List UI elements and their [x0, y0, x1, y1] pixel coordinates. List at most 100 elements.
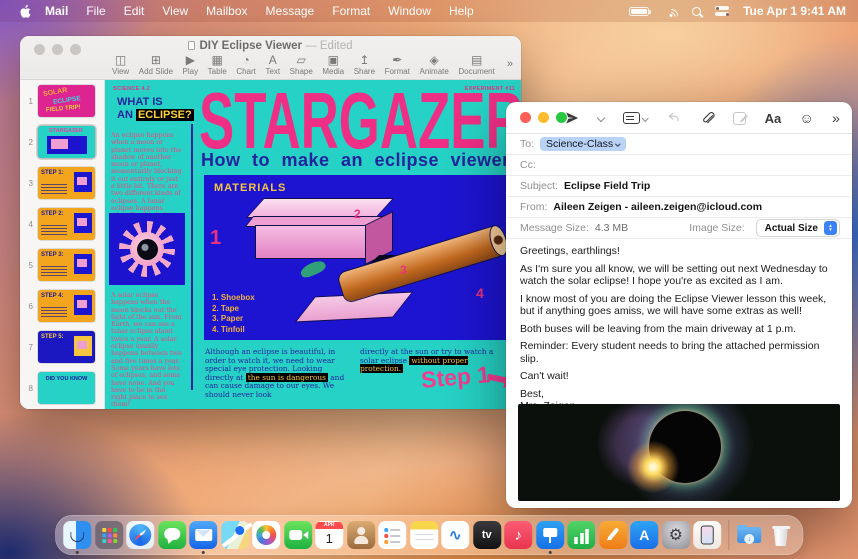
signature-line: Best,	[520, 388, 838, 401]
dock-contacts[interactable]	[347, 521, 375, 549]
toolbar-share-button[interactable]: ↥Share	[354, 54, 375, 76]
menu-item-edit[interactable]: Edit	[115, 0, 154, 22]
materials-list: 1. Shoebox 2. Tape 3. Paper 4. Tinfoil	[212, 293, 255, 335]
leaf-illustration	[299, 258, 328, 280]
toolbar-shape-button[interactable]: ▱Shape	[290, 54, 313, 76]
dock-calendar[interactable]: APR 1	[315, 521, 343, 549]
diamond-ring-flare	[623, 437, 683, 497]
slide-thumbnail-7[interactable]: STEP 5:	[38, 331, 95, 363]
apple-menu-icon[interactable]	[14, 4, 36, 19]
chart-icon: ◔	[242, 54, 249, 66]
toolbar-animate-button[interactable]: ◈Animate	[419, 54, 448, 76]
toolbar-text-button[interactable]: AText	[265, 54, 280, 76]
image-size-select[interactable]: Actual Size ▲▼	[756, 219, 840, 237]
menu-item-message[interactable]: Message	[257, 0, 324, 22]
dock-facetime[interactable]	[284, 521, 312, 549]
dock-system-settings[interactable]: ⚙	[662, 521, 690, 549]
body-paragraph: Can't wait!	[520, 370, 838, 383]
toolbar-media-button[interactable]: ▣Media	[322, 54, 344, 76]
header-fields-icon	[623, 112, 640, 124]
slide-subtitle: How to make an eclipse viewer!	[201, 150, 516, 171]
slide-thumbnail-3[interactable]: STEP 1:	[38, 167, 95, 199]
media-icon: ▣	[328, 54, 339, 66]
to-field[interactable]: To: Science-Class	[506, 134, 852, 155]
emoji-button[interactable]: ☺	[800, 111, 814, 125]
dock-finder[interactable]	[63, 521, 91, 549]
dock-music[interactable]: ♪	[504, 521, 532, 549]
wifi-icon[interactable]	[663, 6, 678, 17]
dock-notes[interactable]	[410, 521, 438, 549]
toolbar-table-button[interactable]: ▦Table	[208, 54, 227, 76]
dock-launchpad[interactable]	[95, 521, 123, 549]
slide-thumbnail-1[interactable]: SOLAR ECLIPSE FIELD TRIP!	[38, 85, 95, 117]
subject-value: Eclipse Field Trip	[564, 180, 650, 192]
dock-numbers[interactable]	[567, 521, 595, 549]
slide-thumbnail-6[interactable]: STEP 4:	[38, 290, 95, 322]
close-button[interactable]	[520, 112, 531, 123]
format-button[interactable]: Aa	[765, 111, 782, 126]
recipient-token[interactable]: Science-Class	[540, 137, 626, 151]
dock-apple-tv[interactable]: tv	[473, 521, 501, 549]
shoebox-front	[256, 226, 366, 258]
toolbar-overflow-button[interactable]: »	[507, 58, 513, 70]
toolbar-overflow-button[interactable]: »	[832, 110, 840, 126]
cc-field[interactable]: Cc:	[506, 155, 852, 176]
menu-item-mailbox[interactable]: Mailbox	[197, 0, 256, 22]
subject-field[interactable]: Subject: Eclipse Field Trip	[506, 176, 852, 197]
column-divider	[191, 124, 193, 390]
slide-thumbnail-2[interactable]: STARGAZER	[38, 126, 95, 158]
menu-item-help[interactable]: Help	[440, 0, 483, 22]
dock-downloads[interactable]: ↓	[735, 521, 763, 549]
control-center-icon[interactable]	[715, 5, 729, 17]
step-1-label: Step 1	[420, 361, 491, 394]
dock-separator	[728, 520, 729, 550]
dock-photos[interactable]	[252, 521, 280, 549]
eclipse-photo-attachment[interactable]	[518, 404, 840, 501]
toolbar-view-button[interactable]: ◫View	[112, 54, 129, 76]
attach-button[interactable]	[700, 111, 715, 126]
dock-trash[interactable]	[767, 521, 795, 549]
toolbar-format-button[interactable]: ✒Format	[385, 54, 410, 76]
slide-thumbnail-4[interactable]: STEP 2:	[38, 208, 95, 240]
from-field[interactable]: From: Aileen Zeigen - aileen.zeigen@iclo…	[506, 197, 852, 218]
menu-item-mail[interactable]: Mail	[36, 0, 77, 22]
minimize-button[interactable]	[538, 112, 549, 123]
toolbar-add-slide-button[interactable]: ⊞Add Slide	[139, 54, 173, 76]
slide-canvas[interactable]: SCIENCE 4.2 EXPERIMENT #11 WHAT IS AN EC…	[105, 80, 521, 409]
dock-maps[interactable]	[221, 521, 249, 549]
slide-thumbnail-5[interactable]: STEP 3:	[38, 249, 95, 281]
dock-keynote[interactable]	[536, 521, 564, 549]
menu-item-file[interactable]: File	[77, 0, 114, 22]
menu-item-window[interactable]: Window	[379, 0, 440, 22]
search-icon[interactable]	[692, 7, 701, 16]
token-chevron-icon	[615, 142, 620, 147]
menu-item-view[interactable]: View	[153, 0, 197, 22]
message-body[interactable]: Greetings, earthlings! As I'm sure you a…	[506, 239, 852, 413]
document-proxy-icon[interactable]	[188, 41, 195, 50]
toolbar-chart-button[interactable]: ◔Chart	[236, 54, 256, 76]
dock-app-store[interactable]: A	[630, 521, 658, 549]
dock-mail[interactable]	[189, 521, 217, 549]
dock-messages[interactable]	[158, 521, 186, 549]
battery-icon[interactable]	[629, 7, 649, 16]
body-paragraph: Greetings, earthlings!	[520, 245, 838, 258]
text-icon: A	[269, 54, 277, 66]
dock-reminders[interactable]	[378, 521, 406, 549]
dock-iphone-mirroring[interactable]	[693, 521, 721, 549]
dock-safari[interactable]	[126, 521, 154, 549]
toolbar-document-button[interactable]: ▤Document	[458, 54, 494, 76]
materials-panel: MATERIALS 1 2 3 4 1. Shoebox 2. Tape 3. …	[204, 175, 512, 340]
menu-bar-clock[interactable]: Tue Apr 1 9:41 AM	[743, 4, 846, 18]
dock-freeform[interactable]: ∿	[441, 521, 469, 549]
animate-icon: ◈	[430, 54, 439, 66]
menu-item-format[interactable]: Format	[323, 0, 379, 22]
slide-thumbnail-8[interactable]: DID YOU KNOW	[38, 372, 95, 404]
running-indicator	[76, 551, 79, 554]
send-options-chevron-icon[interactable]	[597, 114, 605, 122]
paper-plane-icon	[564, 110, 580, 126]
header-fields-button[interactable]	[623, 112, 648, 124]
toolbar-play-button[interactable]: ▶Play	[183, 54, 199, 76]
body-paragraph: Both buses will be leaving from the main…	[520, 323, 838, 336]
dock-pages[interactable]	[599, 521, 627, 549]
send-button[interactable]	[564, 110, 580, 126]
